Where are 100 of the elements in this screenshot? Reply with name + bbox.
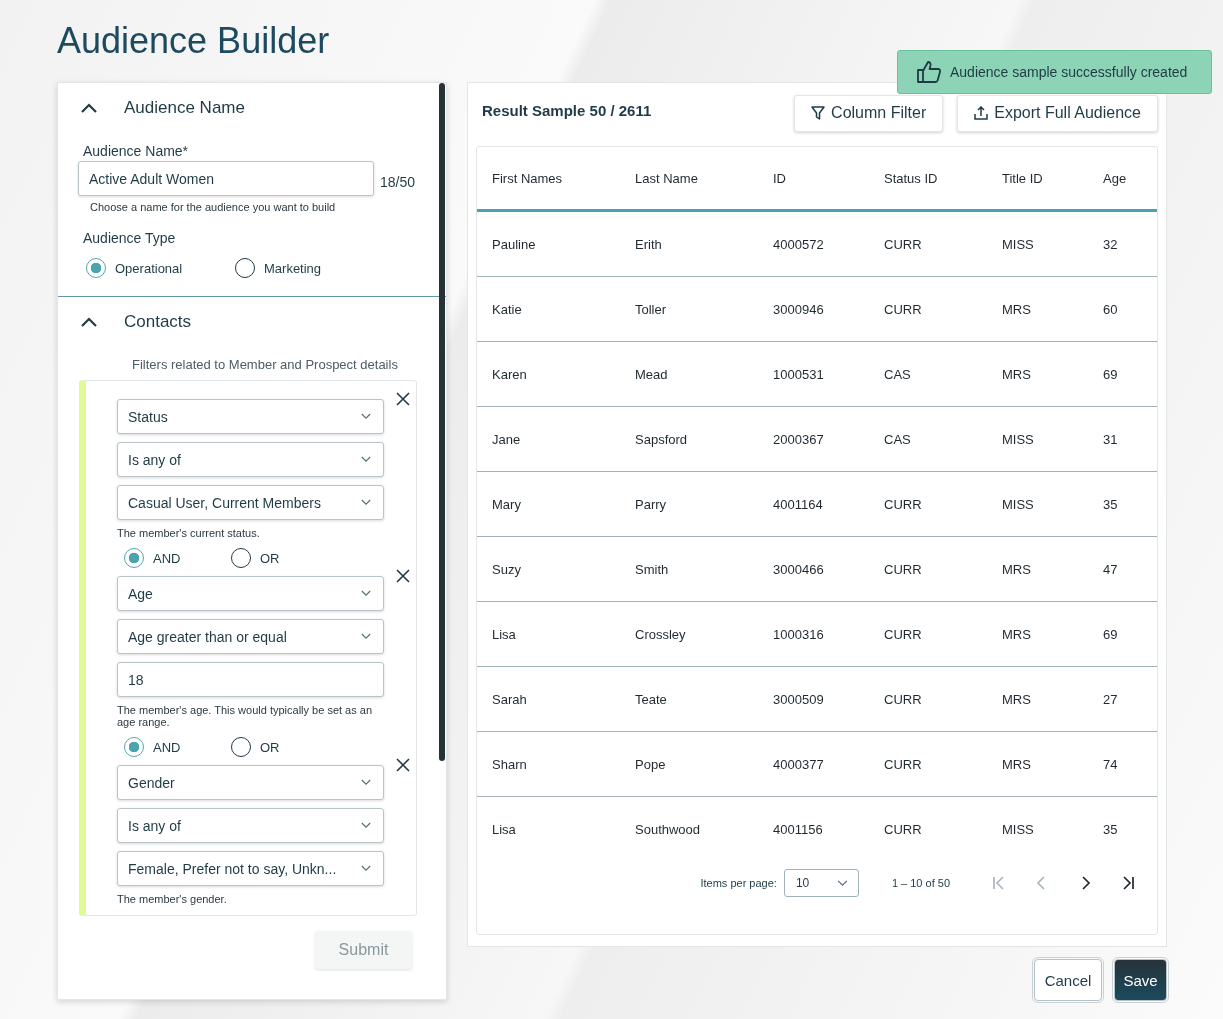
last-page-icon[interactable] <box>1121 876 1135 890</box>
audience-name-field[interactable]: Active Adult Women <box>78 161 374 196</box>
caret-icon <box>361 590 371 597</box>
column-filter-button[interactable]: Column Filter <box>794 94 944 132</box>
filter-value-field[interactable]: 18 <box>117 662 384 697</box>
table-cell-text: 31 <box>1103 431 1119 447</box>
radio-label: Marketing <box>264 260 322 276</box>
chevron-up-icon[interactable] <box>80 102 98 114</box>
filter-dropdown[interactable]: Status <box>117 399 384 434</box>
table-cell-text: CAS <box>884 431 912 447</box>
table-cell-text: 1000316 <box>773 626 825 642</box>
column-header[interactable]: Title ID <box>1002 170 1103 186</box>
filter-hint: The member's age. This would typically be set as an age range. <box>117 704 374 728</box>
table-cell-text: MRS <box>1002 756 1032 772</box>
filter-hint: The member's gender. <box>117 893 228 905</box>
table-cell-text: 69 <box>1103 626 1119 642</box>
table-cell-text: MISS <box>1002 496 1035 512</box>
section-subtitle: Filters related to Member and Prospect details <box>132 357 398 372</box>
save-button[interactable]: Save <box>1114 959 1167 1001</box>
table-cell-text: CURR <box>884 236 923 252</box>
filter-dropdown[interactable]: Age greater than or equal <box>117 619 384 654</box>
table-cell-text: MISS <box>1002 821 1035 837</box>
caret-icon <box>361 633 371 640</box>
caret-icon <box>361 779 371 786</box>
caret-icon <box>361 865 371 872</box>
filter-dropdown[interactable]: Female, Prefer not to say, Unkn... <box>117 851 384 886</box>
table-cell-text: 4001156 <box>773 821 824 837</box>
table-cell-text: Sharn <box>491 756 528 772</box>
table-cell-text: 4000572 <box>773 236 825 252</box>
table-cell-text: 60 <box>1103 301 1119 317</box>
table-cell-text: Lisa <box>491 821 517 837</box>
table-cell-text: MRS <box>1002 691 1032 707</box>
table-cell-text: CURR <box>884 496 923 512</box>
table-cell-text: 3000466 <box>773 561 825 577</box>
table-cell-text: 27 <box>1103 691 1119 707</box>
table-cell-text: CAS <box>884 366 912 382</box>
close-icon[interactable] <box>396 392 410 406</box>
radio-label: AND <box>153 550 181 566</box>
column-header[interactable]: Status ID <box>884 170 1002 186</box>
radio-button[interactable] <box>124 548 144 568</box>
section-title: Audience Name <box>124 98 245 118</box>
column-header[interactable]: Last Name <box>635 170 773 186</box>
table-cell-text: MISS <box>1002 236 1035 252</box>
table-cell-text: 4001164 <box>773 496 824 512</box>
table-cell-text: 1000531 <box>773 366 825 382</box>
toast-message: Audience sample successfully created <box>950 64 1188 80</box>
caret-icon <box>361 499 371 506</box>
table-cell-text: MRS <box>1002 561 1032 577</box>
chevron-up-icon[interactable] <box>80 316 98 328</box>
column-header[interactable]: First Names <box>477 170 635 186</box>
table-cell-text: MRS <box>1002 301 1032 317</box>
radio-label: Operational <box>115 260 183 276</box>
table-cell-text: Erith <box>635 236 663 252</box>
table-cell-text: 4000377 <box>773 756 825 772</box>
column-header[interactable]: ID <box>773 170 884 186</box>
cancel-button[interactable]: Cancel <box>1034 959 1102 1001</box>
filter-dropdown[interactable]: Casual User, Current Members <box>117 485 384 520</box>
table-cell-text: Southwood <box>635 821 702 837</box>
character-counter: 18/50 <box>380 173 416 190</box>
page-title: Audience Builder <box>57 20 330 62</box>
table-cell-text: Sarah <box>491 691 528 707</box>
table-cell-text: 2000367 <box>773 431 825 447</box>
table-cell-text: Sapsford <box>635 431 689 447</box>
table-cell-text: Teate <box>635 691 668 707</box>
table-cell-text: CURR <box>884 626 923 642</box>
table-cell-text: Mary <box>491 496 522 512</box>
field-label: Audience Name* <box>83 143 189 159</box>
items-per-page-label: Items per page: <box>700 877 777 889</box>
column-header[interactable]: Age <box>1103 170 1143 186</box>
table-cell-text: Jane <box>491 431 522 447</box>
table-cell-text: Katie <box>491 301 523 317</box>
table-cell-text: 47 <box>1103 561 1119 577</box>
filter-dropdown[interactable]: Age <box>117 576 384 611</box>
table-cell-text: Lisa <box>491 626 517 642</box>
table-cell-text: CURR <box>884 301 923 317</box>
radio-label: AND <box>153 739 181 755</box>
table-cell-text: Crossley <box>635 626 687 642</box>
table-cell-text: MRS <box>1002 366 1032 382</box>
filter-dropdown[interactable]: Gender <box>117 765 384 800</box>
page-range: 1 – 10 of 50 <box>891 877 950 889</box>
radio-button[interactable] <box>124 737 144 757</box>
page-size-dropdown[interactable]: 10 <box>783 869 859 897</box>
table-cell-text: Smith <box>635 561 670 577</box>
thumbs-up-icon <box>916 60 942 84</box>
table-cell-text: MRS <box>1002 626 1032 642</box>
table-cell-text: CURR <box>884 561 923 577</box>
filter-dropdown[interactable]: Is any of <box>117 808 384 843</box>
close-icon[interactable] <box>396 569 410 583</box>
results-title: Result Sample 50 / 2611 <box>482 101 652 119</box>
table-cell-text: CURR <box>884 691 923 707</box>
radio-label: OR <box>260 739 280 755</box>
export-button[interactable]: Export Full Audience <box>957 94 1158 132</box>
caret-icon <box>361 822 371 829</box>
scrollbar-thumb[interactable] <box>439 83 445 761</box>
table-cell-text: Suzy <box>491 561 522 577</box>
table-cell-text: CURR <box>884 756 923 772</box>
radio-button[interactable] <box>86 258 106 278</box>
close-icon[interactable] <box>396 758 410 772</box>
filter-dropdown[interactable]: Is any of <box>117 442 384 477</box>
table-cell-text: Toller <box>635 301 668 317</box>
